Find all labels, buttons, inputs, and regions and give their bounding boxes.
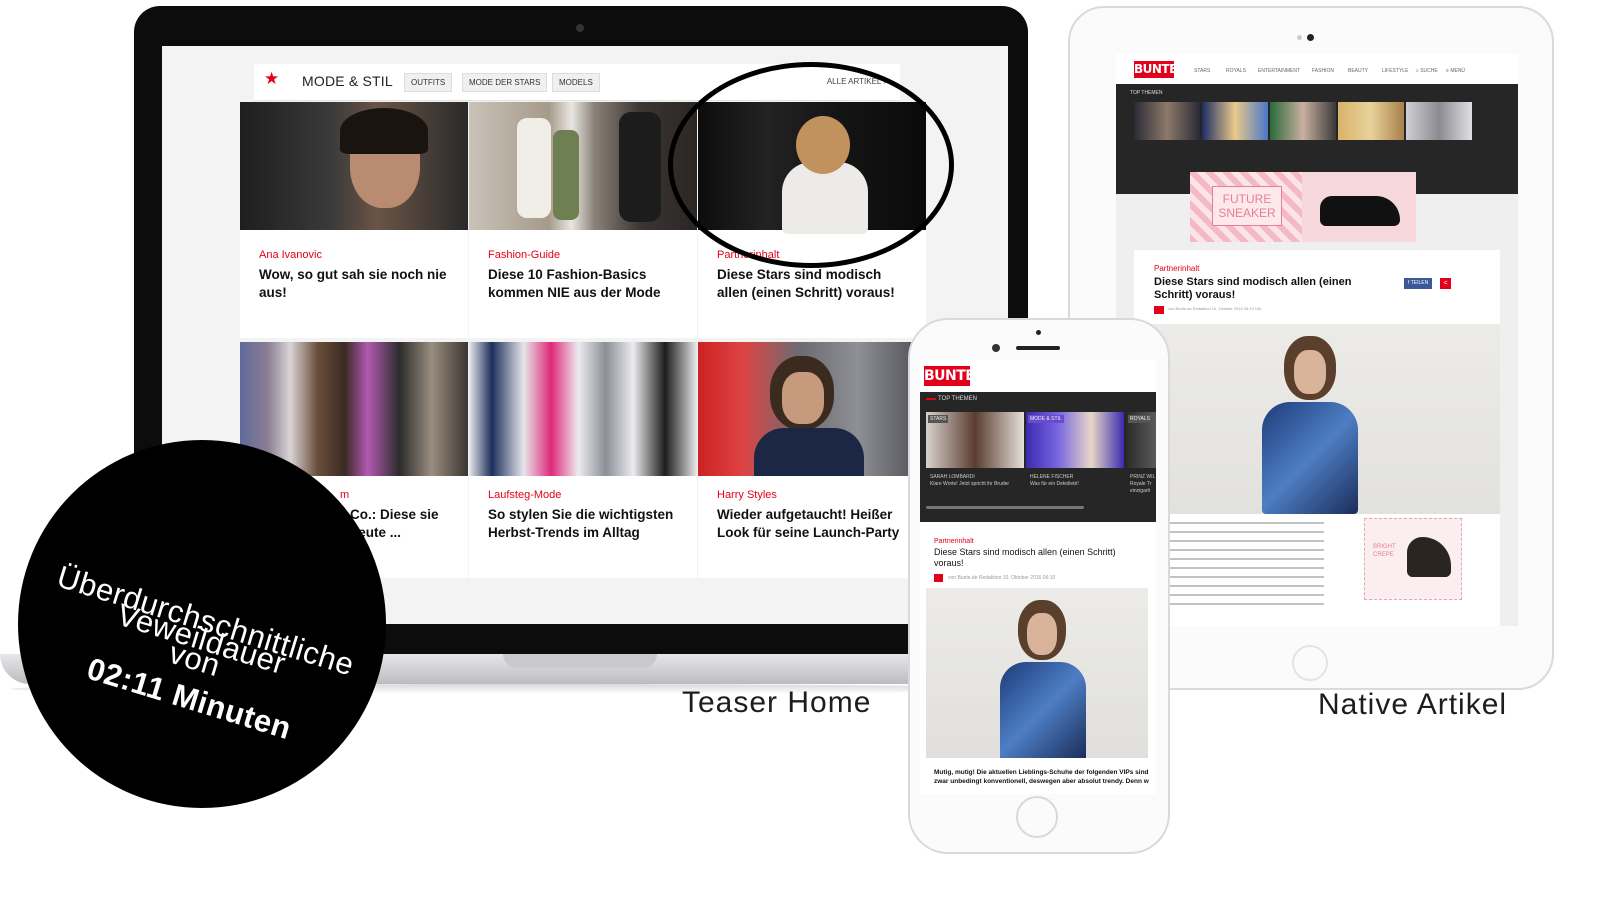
top-themen-tile[interactable]: MODE & STIL HELENE FISCHER Was für ein D…: [1026, 412, 1124, 500]
phone-home-button[interactable]: [1016, 796, 1058, 838]
search-icon: ⌕: [1416, 68, 1419, 74]
bunte-logo[interactable]: BUNTE: [1134, 61, 1177, 78]
card-title: Diese 10 Fashion-Basics kommen NIE aus d…: [488, 267, 661, 300]
teaser-card[interactable]: Fashion-Guide Diese 10 Fashion-Basics ko…: [469, 102, 697, 338]
bunte-logo[interactable]: BUNTE: [924, 366, 975, 386]
article-hero-image: [926, 588, 1148, 758]
tile-caption: HELENE FISCHER Was für ein Dekolleté!: [1030, 474, 1079, 487]
tab-outfits[interactable]: OUTFITS: [404, 73, 453, 92]
nav-stars[interactable]: STARS: [1194, 68, 1210, 74]
article-body: Mutig, mutig! Die aktuellen Lieblings-Sc…: [934, 769, 1149, 785]
card-title: Diese Stars sind modisch allen (einen Sc…: [717, 267, 895, 300]
card-image: [469, 102, 697, 230]
tab-models[interactable]: MODELS: [552, 73, 600, 92]
share-icon[interactable]: <: [1440, 278, 1451, 289]
card-title: Wieder aufgetaucht! Heißer Look für sein…: [717, 507, 900, 540]
highlight-oval: [668, 62, 954, 268]
card-title: Wow, so gut sah sie noch nie aus!: [259, 267, 447, 300]
tile-tag: ROYALS: [1128, 415, 1152, 423]
card-image: [469, 342, 697, 476]
nav-entertainment[interactable]: ENTERTAINMENT: [1258, 68, 1300, 74]
article-meta: von Bunte.de Redaktion 10. Oktober 2016 …: [948, 575, 1056, 581]
caption-native-article: Native Artikel: [1318, 688, 1508, 721]
top-themen-tile[interactable]: ROYALS PRINZ WIL Royale Tr einzigarti: [1126, 412, 1156, 500]
article-kicker: Partnerinhalt: [934, 538, 974, 545]
article-title: Diese Stars sind modisch allen (einen Sc…: [1154, 276, 1352, 301]
share-facebook-button[interactable]: f TEILEN: [1404, 278, 1433, 289]
card-kicker: m: [340, 489, 350, 501]
ad-text: FUTURE SNEAKER: [1212, 186, 1282, 226]
nav-menu-label: MENÜ: [1450, 68, 1466, 74]
teaser-card[interactable]: Harry Styles Wieder aufgetaucht! Heißer …: [698, 342, 926, 578]
article-kicker: Partnerinhalt: [1154, 264, 1200, 273]
tab-mode-der-stars[interactable]: MODE DER STARS: [462, 73, 548, 92]
facebook-icon: f: [1408, 280, 1410, 286]
share-label: TEILEN: [1410, 280, 1429, 286]
tablet-camera: [1307, 34, 1314, 41]
top-themen-tile[interactable]: STARS SARAH LOMBARDI Klare Worte! Jetzt …: [926, 412, 1024, 500]
bright-crepe-ad[interactable]: BRIGHT CREPE: [1364, 518, 1462, 600]
caption-teaser-home: Teaser Home: [682, 686, 872, 719]
tablet-header: BUNTE STARS ROYALS ENTERTAINMENT FASHION…: [1116, 54, 1518, 84]
top-themen-thumb[interactable]: [1134, 102, 1200, 140]
top-themen-thumb[interactable]: [1406, 102, 1472, 140]
tile-tag: STARS: [928, 415, 949, 423]
phone-speaker: [1016, 346, 1060, 350]
phone-sensor: [1036, 330, 1041, 335]
author-logo: [934, 574, 943, 582]
phone-article: Partnerinhalt Diese Stars sind modisch a…: [920, 532, 1156, 794]
card-kicker: Harry Styles: [717, 489, 777, 501]
ad2-text: BRIGHT CREPE: [1373, 544, 1396, 558]
star-icon: ★: [264, 69, 280, 88]
card-image: [698, 342, 926, 476]
nav-lifestyle[interactable]: LIFESTYLE: [1382, 68, 1408, 74]
teaser-card[interactable]: Ana Ivanovic Wow, so gut sah sie noch ni…: [240, 102, 468, 338]
phone-camera: [992, 344, 1000, 352]
tablet-screen: BUNTE STARS ROYALS ENTERTAINMENT FASHION…: [1116, 54, 1518, 626]
scrollbar[interactable]: [926, 506, 1084, 509]
nav-beauty[interactable]: BEAUTY: [1348, 68, 1368, 74]
top-themen-label: TOP THEMEN: [1130, 90, 1163, 96]
sneaker-image: [1320, 196, 1400, 226]
top-themen-thumb[interactable]: [1270, 102, 1336, 140]
dwell-time-badge: Überdurchschnittliche Veweildauer von 02…: [18, 440, 386, 808]
accent-line: [926, 398, 936, 400]
tile-caption: PRINZ WIL Royale Tr einzigarti: [1130, 474, 1156, 494]
nav-fashion[interactable]: FASHION: [1312, 68, 1334, 74]
card-kicker: Ana Ivanovic: [259, 249, 322, 261]
tablet-article: Partnerinhalt Diese Stars sind modisch a…: [1134, 250, 1500, 626]
teaser-card[interactable]: Laufsteg-Mode So stylen Sie die wichtigs…: [469, 342, 697, 578]
menu-icon: ≡: [1446, 68, 1449, 74]
top-themen-label: TOP THEMEN: [938, 396, 978, 402]
card-kicker: Laufsteg-Mode: [488, 489, 562, 501]
nav-menu[interactable]: ≡ MENÜ: [1446, 68, 1465, 74]
card-kicker: Fashion-Guide: [488, 249, 561, 261]
top-themen-thumb[interactable]: [1202, 102, 1268, 140]
article-title: Diese Stars sind modisch allen (einen Sc…: [934, 547, 1116, 568]
nav-search-label: SUCHE: [1420, 68, 1438, 74]
card-image: [240, 102, 468, 230]
nav-royals[interactable]: ROYALS: [1226, 68, 1246, 74]
laptop-notch: [503, 654, 657, 668]
article-meta: von Bunte.de Redaktion 10. Oktober 2016 …: [1168, 306, 1262, 311]
nav-search[interactable]: ⌕ SUCHE: [1416, 68, 1438, 74]
shoe-image: [1407, 537, 1451, 577]
tablet-sensor: [1297, 35, 1302, 40]
author-logo: [1154, 306, 1164, 314]
card-title: So stylen Sie die wichtigsten Herbst-Tre…: [488, 507, 674, 540]
top-themen-thumb[interactable]: [1338, 102, 1404, 140]
top-themen-strip: TOP THEMEN STARS SARAH LOMBARDI Klare Wo…: [920, 392, 1156, 522]
tile-caption: SARAH LOMBARDI Klare Worte! Jetzt sprich…: [930, 474, 1010, 487]
phone-screen: BUNTE TOP THEMEN STARS SARAH LOMBARDI Kl…: [920, 360, 1156, 794]
tablet-home-button[interactable]: [1292, 645, 1328, 681]
card-title: Co.: Diese sie heute ...: [350, 507, 439, 540]
laptop-camera: [576, 24, 584, 32]
article-hero-image: [1134, 324, 1500, 514]
sneaker-ad[interactable]: FUTURE SNEAKER: [1190, 172, 1416, 242]
section-title: MODE & STIL: [302, 73, 393, 89]
tile-tag: MODE & STIL: [1028, 415, 1064, 423]
